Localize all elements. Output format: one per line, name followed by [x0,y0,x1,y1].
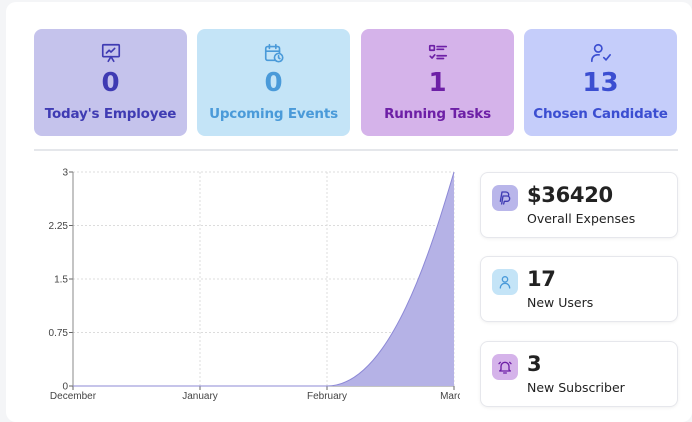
user-check-icon [590,42,612,64]
stat-label: Overall Expenses [527,211,636,226]
stat-value: $36420 [527,183,613,207]
card-label: Today's Employee [44,106,177,122]
x-tick-label: February [307,391,347,402]
x-tick-label: January [182,391,218,402]
stat-label: New Subscriber [527,380,625,395]
card-value: 0 [264,68,283,98]
card-upcoming-events[interactable]: 0 Upcoming Events [197,29,350,136]
card-label: Upcoming Events [209,106,338,122]
stat-new-subscriber[interactable]: 3 New Subscriber [480,341,678,407]
x-tick-label: March [440,391,460,402]
expenses-area-chart: 00.751.52.253December January February Marc… [49,168,460,403]
paypal-icon [492,185,518,211]
card-todays-employee[interactable]: 0 Today's Employee [34,29,187,136]
card-value: 13 [582,68,619,98]
stat-value: 17 [527,267,556,291]
y-tick-label: 3 [62,168,68,179]
user-icon [492,269,518,295]
calendar-clock-icon [263,42,285,64]
y-tick-label: 2.25 [49,221,69,232]
bell-ring-icon [492,354,518,380]
card-label: Running Tasks [384,106,491,122]
presentation-chart-icon [100,42,122,64]
stat-overall-expenses[interactable]: $36420 Overall Expenses [480,172,678,238]
y-tick-label: 0.75 [49,328,69,339]
stat-label: New Users [527,295,594,310]
divider [34,149,678,151]
stat-new-users[interactable]: 17 New Users [480,256,678,322]
stat-value: 3 [527,352,542,376]
card-value: 1 [428,68,447,98]
card-chosen-candidate[interactable]: 13 Chosen Candidate [524,29,677,136]
card-running-tasks[interactable]: 1 Running Tasks [361,29,514,136]
y-tick-label: 1.5 [54,275,68,286]
card-value: 0 [101,68,120,98]
task-list-icon [427,42,449,64]
x-tick-label: December [50,391,97,402]
card-label: Chosen Candidate [533,106,668,122]
